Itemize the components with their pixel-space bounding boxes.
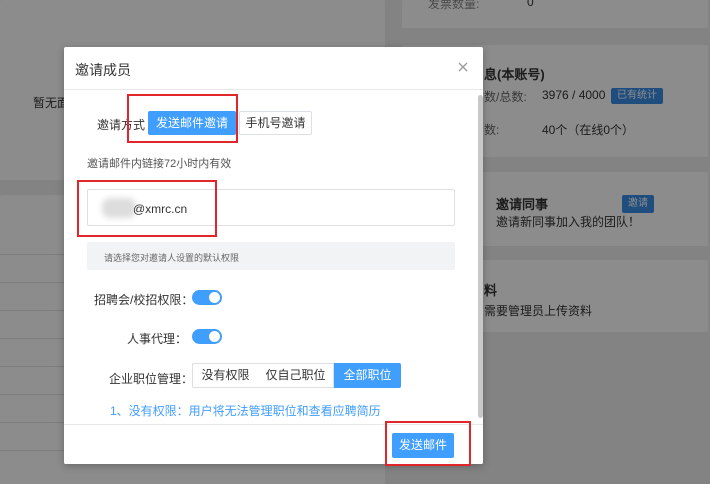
dialog-title: 邀请成员 [75,62,131,78]
invite-member-dialog: 邀请成员 邀请方式 发送邮件邀请 手机号邀请 邀请邮件内链接72小时内有效 @x… [64,47,483,464]
dialog-scrollbar-thumb[interactable] [478,95,483,418]
permission-note: 1、没有权限：用户将无法管理职位和查看应聘简历 [110,404,381,418]
dialog-header: 邀请成员 [64,47,483,90]
email-input-value: @xmrc.cn [133,202,188,216]
hr-agency-label: 人事代理： [127,332,188,346]
permission-hint-text: 请选择您对邀请人设置的默认权限 [104,253,240,263]
close-icon[interactable] [457,61,469,73]
recruit-permission-toggle[interactable] [192,290,222,305]
permission-hint-box: 请选择您对邀请人设置的默认权限 [87,242,455,270]
position-management-label: 企业职位管理： [109,372,194,386]
send-email-button[interactable]: 发送邮件 [392,433,454,458]
position-option-none[interactable]: 没有权限 [192,363,259,388]
tab-phone-invite[interactable]: 手机号邀请 [239,111,312,135]
tab-email-invite[interactable]: 发送邮件邀请 [148,111,236,135]
toggle-knob [209,331,220,342]
email-input[interactable]: @xmrc.cn [87,189,455,226]
redacted-email-prefix [102,198,136,218]
validity-text: 邀请邮件内链接72小时内有效 [87,158,232,170]
position-option-all[interactable]: 全部职位 [334,363,401,388]
hr-agency-toggle[interactable] [192,329,222,344]
recruit-permission-label: 招聘会/校招权限： [94,293,194,307]
toggle-knob [209,292,220,303]
invite-method-label: 邀请方式 [97,118,146,132]
dialog-footer: 发送邮件 [64,424,483,464]
position-option-own[interactable]: 仅自己职位 [258,363,334,388]
